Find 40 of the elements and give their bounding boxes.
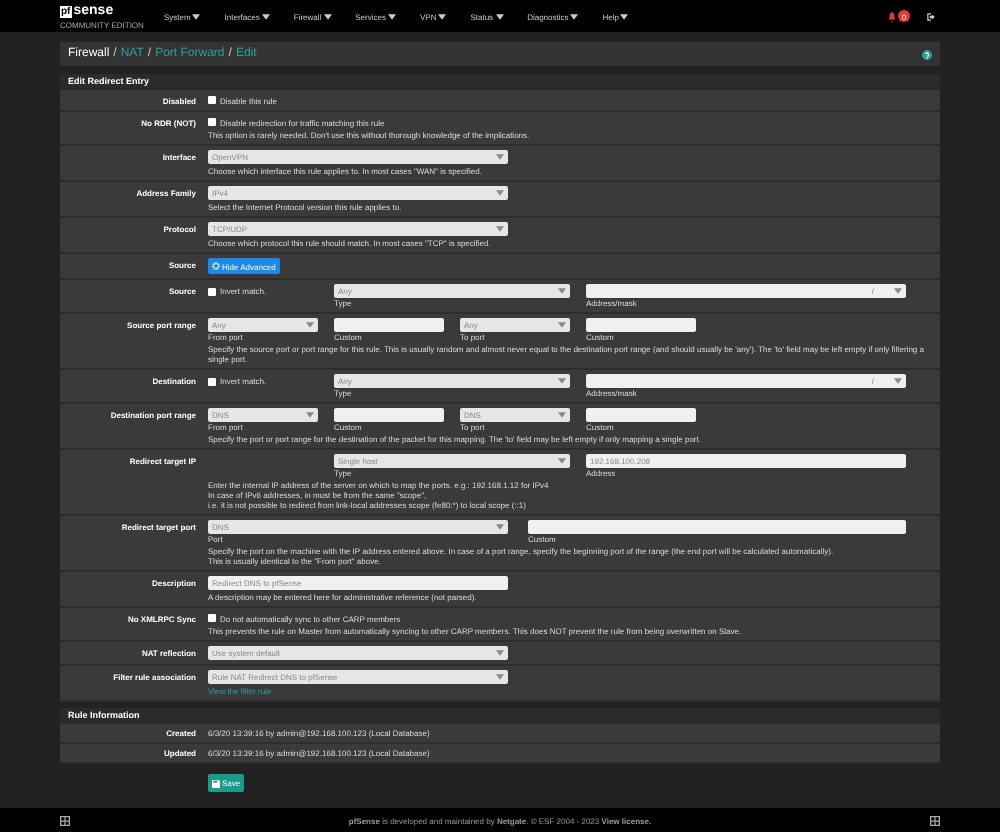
caret-icon <box>496 674 504 680</box>
caret-icon <box>306 412 314 418</box>
caret-icon <box>620 13 629 19</box>
help-icon[interactable] <box>922 49 932 59</box>
gear-icon <box>212 262 220 270</box>
caret-icon <box>192 13 201 19</box>
grid-icon[interactable] <box>929 815 940 825</box>
checkbox[interactable] <box>208 614 216 622</box>
caret-icon <box>306 322 314 328</box>
caret-icon <box>894 378 902 384</box>
checkbox[interactable] <box>208 118 216 126</box>
caret-icon <box>496 154 504 160</box>
text-field[interactable] <box>334 318 444 332</box>
caret-icon <box>495 13 504 19</box>
caret-icon <box>496 524 504 530</box>
text-field[interactable] <box>528 520 906 534</box>
caret-icon <box>496 650 504 656</box>
text-field[interactable] <box>586 318 696 332</box>
logout-icon[interactable] <box>926 11 936 21</box>
caret-icon <box>894 288 902 294</box>
checkbox[interactable] <box>208 96 216 104</box>
grid-icon[interactable] <box>60 815 70 825</box>
caret-icon <box>496 190 504 196</box>
caret-icon <box>496 226 504 232</box>
checkbox[interactable] <box>208 377 216 385</box>
text-field[interactable] <box>334 408 444 422</box>
caret-icon <box>570 13 579 19</box>
text-field[interactable] <box>586 408 696 422</box>
checkbox[interactable] <box>208 287 216 295</box>
caret-icon <box>558 378 566 384</box>
bell-icon[interactable] <box>888 11 896 21</box>
caret-icon <box>558 322 566 328</box>
caret-icon <box>558 458 566 464</box>
floppy-icon <box>212 779 220 787</box>
caret-icon <box>261 13 270 19</box>
caret-icon <box>387 13 396 19</box>
caret-icon <box>323 13 332 19</box>
caret-icon <box>438 13 447 19</box>
caret-icon <box>558 412 566 418</box>
caret-icon <box>558 288 566 294</box>
